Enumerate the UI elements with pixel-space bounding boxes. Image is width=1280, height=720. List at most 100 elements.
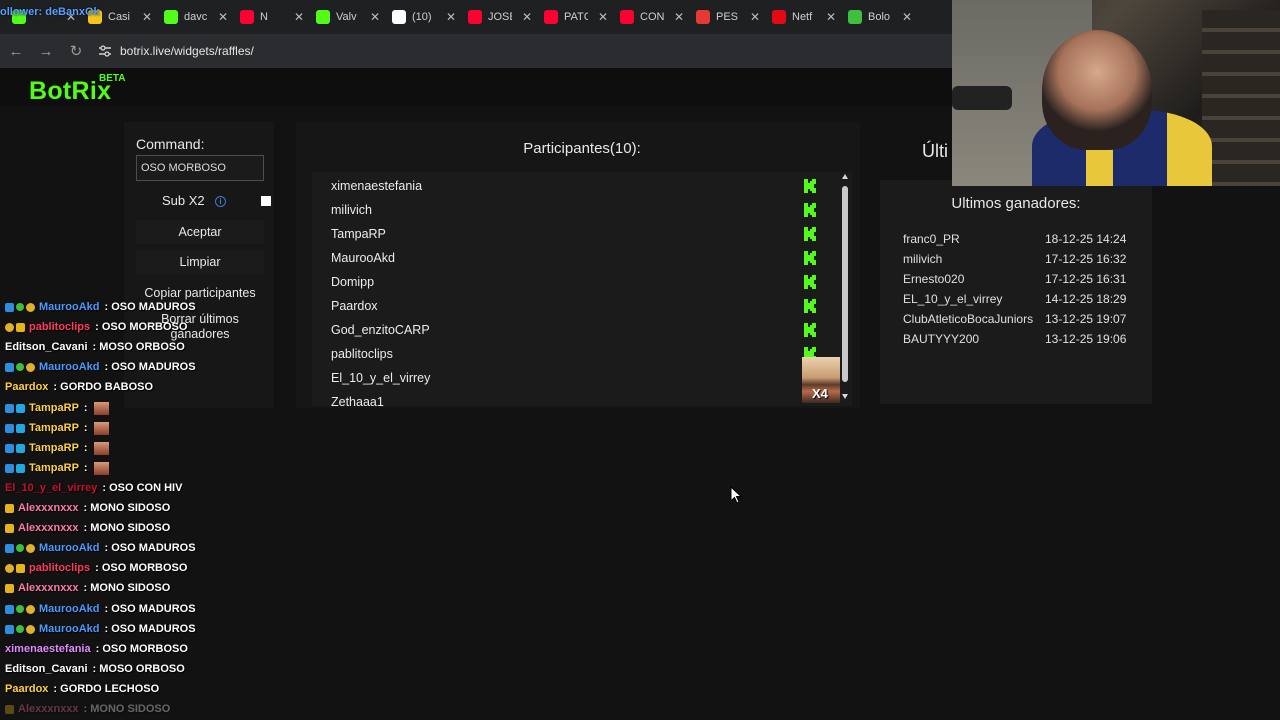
chat-text: : OSO MADUROS bbox=[104, 301, 196, 313]
chat-message: Alexxxnxxx: MONO SIDOSO bbox=[5, 701, 170, 717]
browser-tab[interactable]: Valv ✕ bbox=[310, 3, 386, 31]
browser-tab[interactable]: Netf ✕ bbox=[766, 3, 842, 31]
chat-message: ximenaestefania : OSO MORBOSO bbox=[5, 641, 188, 657]
winner-date: 13-12-25 19:06 bbox=[1045, 332, 1127, 346]
chat-message: Editson_Cavani: MOSO ORBOSO bbox=[5, 339, 185, 355]
tab-label: Netf bbox=[792, 11, 813, 23]
chat-text: : OSO MADUROS bbox=[104, 361, 196, 373]
site-settings-icon[interactable] bbox=[98, 45, 112, 57]
chat-username: MaurooAkd bbox=[39, 361, 100, 373]
winner-name: EL_10_y_el_virrey bbox=[903, 292, 1003, 306]
tab-favicon-icon bbox=[468, 10, 482, 24]
chat-message: Alexxxnxxx: MONO SIDOSO bbox=[5, 520, 170, 536]
beta-badge: BETA bbox=[99, 73, 126, 84]
chat-message: Editson_Cavani: MOSO ORBOSO bbox=[5, 661, 185, 677]
scroll-thumb[interactable] bbox=[842, 186, 848, 382]
chat-text: : OSO MORBOSO bbox=[95, 643, 188, 655]
winner-date: 13-12-25 19:07 bbox=[1045, 312, 1127, 326]
webcam-person-head bbox=[1042, 30, 1152, 150]
chat-message: MaurooAkd : OSO MADUROS bbox=[5, 359, 196, 375]
scroll-up-icon[interactable] bbox=[842, 174, 848, 179]
browser-tab[interactable]: JOSE ✕ bbox=[462, 3, 538, 31]
chat-username: MaurooAkd bbox=[39, 623, 100, 635]
tab-label: (10) bbox=[412, 11, 432, 23]
kick-icon bbox=[802, 250, 818, 266]
tab-close-icon[interactable]: ✕ bbox=[446, 10, 456, 24]
tab-favicon-icon bbox=[316, 10, 330, 24]
tab-close-icon[interactable]: ✕ bbox=[142, 10, 152, 24]
tab-close-icon[interactable]: ✕ bbox=[598, 10, 608, 24]
tab-close-icon[interactable]: ✕ bbox=[902, 10, 912, 24]
winner-date: 17-12-25 16:31 bbox=[1045, 272, 1127, 286]
tab-favicon-icon bbox=[696, 10, 710, 24]
chat-username: TampaRP bbox=[29, 402, 79, 414]
tab-close-icon[interactable]: ✕ bbox=[218, 10, 228, 24]
chat-badge-icon bbox=[5, 523, 14, 533]
chat-badge-icon bbox=[5, 604, 14, 614]
chat-message: Paardox: GORDO LECHOSO bbox=[5, 681, 159, 697]
chat-badge-icon bbox=[5, 624, 14, 634]
command-label: Command: bbox=[136, 136, 205, 152]
accept-button[interactable]: Aceptar bbox=[136, 220, 264, 244]
participant-name: MaurooAkd bbox=[331, 251, 395, 265]
url-field[interactable]: botrix.live/widgets/raffles/ bbox=[98, 44, 254, 58]
chat-emote-icon bbox=[93, 421, 109, 435]
participant-name: Domipp bbox=[331, 275, 375, 289]
browser-tab[interactable]: Bolo ✕ bbox=[842, 3, 918, 31]
chat-message: pablitoclips : OSO MORBOSO bbox=[5, 319, 187, 335]
tab-close-icon[interactable]: ✕ bbox=[294, 10, 304, 24]
tab-close-icon[interactable]: ✕ bbox=[522, 10, 532, 24]
browser-tab[interactable]: PES ✕ bbox=[690, 3, 766, 31]
chat-username: Alexxxnxxx bbox=[18, 502, 79, 514]
participant-name: TampaRP bbox=[331, 227, 386, 241]
participants-title: Participantes(10): bbox=[523, 140, 641, 157]
chat-badge-icon bbox=[16, 363, 24, 371]
chat-badge-icon bbox=[26, 543, 35, 553]
chat-username: Editson_Cavani bbox=[5, 663, 88, 675]
webcam-shelf bbox=[1202, 10, 1280, 186]
chat-text: : OSO MORBOSO bbox=[95, 321, 188, 333]
chat-message: MaurooAkd: OSO MADUROS bbox=[5, 299, 196, 315]
participant-name: Zethaaa1 bbox=[331, 395, 384, 409]
tab-close-icon[interactable]: ✕ bbox=[674, 10, 684, 24]
browser-tab[interactable]: davc ✕ bbox=[158, 3, 234, 31]
clear-button[interactable]: Limpiar bbox=[136, 250, 264, 274]
chat-username: MaurooAkd bbox=[39, 603, 100, 615]
tab-label: Bolo bbox=[868, 11, 891, 23]
chat-badge-icon bbox=[16, 322, 25, 332]
chat-badge-icon bbox=[5, 362, 14, 372]
scroll-down-icon[interactable] bbox=[842, 394, 848, 399]
chat-text: : OSO CON HIV bbox=[102, 482, 183, 494]
sub-x2-checkbox[interactable] bbox=[261, 196, 271, 206]
tab-close-icon[interactable]: ✕ bbox=[750, 10, 760, 24]
tab-close-icon[interactable]: ✕ bbox=[826, 10, 836, 24]
chat-username: pablitoclips bbox=[29, 321, 91, 333]
chat-message: MaurooAkd: OSO MADUROS bbox=[5, 540, 196, 556]
browser-tab[interactable]: (10) ✕ bbox=[386, 3, 462, 31]
chat-emote-icon bbox=[93, 441, 109, 455]
mouse-cursor-icon bbox=[730, 486, 742, 504]
webcam-overlay bbox=[952, 0, 1280, 186]
chat-username: TampaRP bbox=[29, 442, 79, 454]
tab-close-icon[interactable]: ✕ bbox=[370, 10, 380, 24]
command-input[interactable] bbox=[136, 155, 264, 181]
chat-text: : bbox=[83, 402, 88, 414]
chat-text: : OSO MADUROS bbox=[104, 542, 196, 554]
chat-badge-icon bbox=[5, 704, 14, 714]
forward-icon[interactable]: → bbox=[32, 37, 60, 65]
participant-name: pablitoclips bbox=[331, 347, 393, 361]
back-icon[interactable]: ← bbox=[2, 37, 30, 65]
chat-text: : MONO SIDOSO bbox=[83, 522, 171, 534]
browser-tab[interactable]: CON ✕ bbox=[614, 3, 690, 31]
kick-icon bbox=[802, 226, 818, 242]
reload-icon[interactable]: ↻ bbox=[62, 37, 90, 65]
chat-username: ximenaestefania bbox=[5, 643, 91, 655]
winners-heading-cut: Últi bbox=[922, 141, 948, 161]
chat-message: Alexxxnxxx: MONO SIDOSO bbox=[5, 580, 170, 596]
info-icon[interactable]: i bbox=[215, 196, 226, 207]
browser-tab[interactable]: PATC ✕ bbox=[538, 3, 614, 31]
chat-message: El_10_y_el_virrey: OSO CON HIV bbox=[5, 480, 182, 496]
chat-badge-icon bbox=[5, 583, 14, 593]
browser-tab[interactable]: N ✕ bbox=[234, 3, 310, 31]
tab-label: JOSE bbox=[488, 11, 512, 23]
